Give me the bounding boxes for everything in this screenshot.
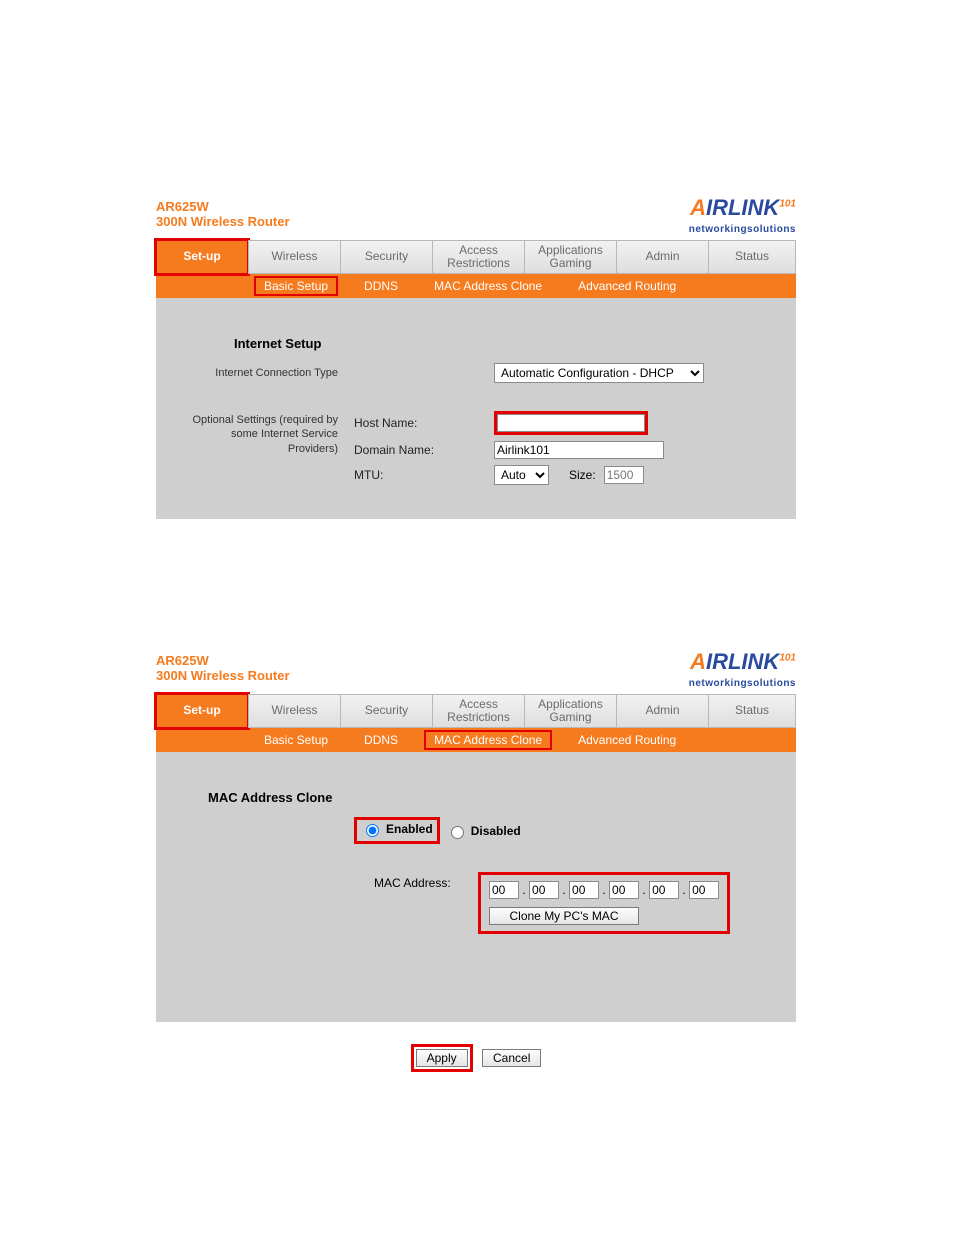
subtab-mac-clone[interactable]: MAC Address Clone (424, 730, 552, 750)
subtab-ddns[interactable]: DDNS (354, 730, 408, 750)
tab-security[interactable]: Security (340, 694, 432, 728)
tab-access-restrictions[interactable]: AccessRestrictions (432, 694, 524, 728)
disabled-label: Disabled (471, 824, 521, 838)
mtu-select[interactable]: Auto (494, 465, 549, 485)
subtab-advanced-routing[interactable]: Advanced Routing (568, 730, 686, 750)
mac-octet-2[interactable] (529, 881, 559, 899)
subtab-ddns[interactable]: DDNS (354, 276, 408, 296)
tab-applications-gaming[interactable]: ApplicationsGaming (524, 694, 616, 728)
mac-octet-4[interactable] (609, 881, 639, 899)
cancel-button[interactable]: Cancel (482, 1049, 541, 1067)
size-label: Size: (569, 468, 596, 482)
mtu-size-input (604, 466, 644, 484)
panel-internet-setup: AR625W 300N Wireless Router AIRLINK101 n… (156, 195, 796, 519)
tab-status[interactable]: Status (708, 240, 796, 274)
mtu-label: MTU: (354, 468, 494, 482)
connection-type-select[interactable]: Automatic Configuration - DHCP (494, 363, 704, 383)
subtab-mac-clone[interactable]: MAC Address Clone (424, 276, 552, 296)
mac-octet-3[interactable] (569, 881, 599, 899)
mac-address-label: MAC Address: (374, 872, 478, 890)
tab-setup[interactable]: Set-up (156, 240, 248, 274)
brand-logo: AIRLINK101 networkingsolutions (689, 649, 796, 689)
section-title: Internet Setup (234, 336, 774, 351)
disabled-radio[interactable] (451, 826, 464, 839)
content-area: MAC Address Clone Enabled Disabled (156, 752, 796, 1022)
mac-octet-1[interactable] (489, 881, 519, 899)
subtab-advanced-routing[interactable]: Advanced Routing (568, 276, 686, 296)
apply-button[interactable]: Apply (416, 1049, 468, 1067)
header: AR625W 300N Wireless Router AIRLINK101 n… (156, 195, 796, 240)
sub-tabs: Basic Setup DDNS MAC Address Clone Advan… (156, 274, 796, 298)
conn-type-label: Internet Connection Type (178, 366, 354, 380)
host-name-label: Host Name: (354, 416, 494, 430)
tab-admin[interactable]: Admin (616, 694, 708, 728)
brand-logo: AIRLINK101 networkingsolutions (689, 195, 796, 235)
action-buttons: Apply Cancel (156, 1044, 796, 1072)
subtab-basic-setup[interactable]: Basic Setup (254, 276, 338, 296)
tab-status[interactable]: Status (708, 694, 796, 728)
clone-mac-button[interactable]: Clone My PC's MAC (489, 907, 639, 925)
tab-access-restrictions[interactable]: AccessRestrictions (432, 240, 524, 274)
domain-name-label: Domain Name: (354, 443, 494, 457)
panel-mac-clone: AR625W 300N Wireless Router AIRLINK101 n… (156, 649, 796, 1072)
domain-name-input[interactable] (494, 441, 664, 459)
optional-settings-note: Optional Settings (required by some Inte… (178, 411, 354, 456)
tab-applications-gaming[interactable]: ApplicationsGaming (524, 240, 616, 274)
tab-wireless[interactable]: Wireless (248, 694, 340, 728)
section-title: MAC Address Clone (208, 790, 774, 805)
tab-wireless[interactable]: Wireless (248, 240, 340, 274)
subtab-basic-setup[interactable]: Basic Setup (254, 730, 338, 750)
sub-tabs: Basic Setup DDNS MAC Address Clone Advan… (156, 728, 796, 752)
content-area: Internet Setup Internet Connection Type … (156, 298, 796, 519)
main-tabs: Set-up Wireless Security AccessRestricti… (156, 240, 796, 274)
host-name-input[interactable] (497, 414, 645, 432)
enabled-label: Enabled (386, 822, 433, 836)
mac-octet-6[interactable] (689, 881, 719, 899)
main-tabs: Set-up Wireless Security AccessRestricti… (156, 694, 796, 728)
tab-security[interactable]: Security (340, 240, 432, 274)
mac-octet-5[interactable] (649, 881, 679, 899)
enabled-radio[interactable] (366, 824, 379, 837)
tab-setup[interactable]: Set-up (156, 694, 248, 728)
tab-admin[interactable]: Admin (616, 240, 708, 274)
header: AR625W 300N Wireless Router AIRLINK101 n… (156, 649, 796, 694)
